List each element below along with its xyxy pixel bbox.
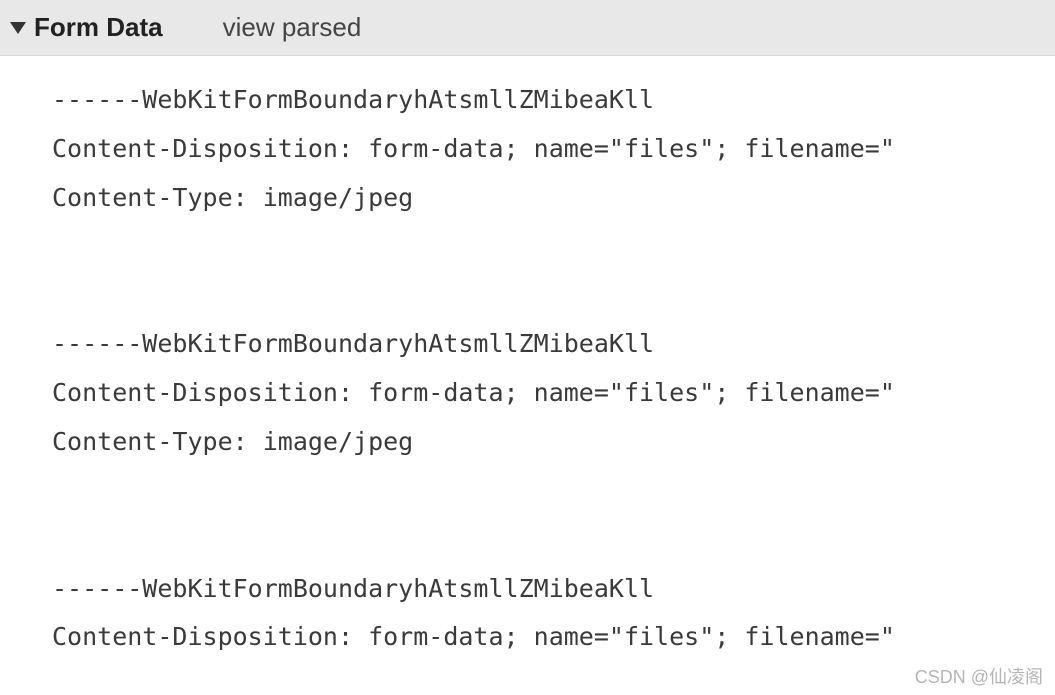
multipart-block: ------WebKitFormBoundaryhAtsmllZMibeaKll… [52, 565, 1055, 663]
multipart-block: ------WebKitFormBoundaryhAtsmllZMibeaKll… [52, 320, 1055, 466]
disposition-line: Content-Disposition: form-data; name="fi… [52, 125, 1055, 174]
section-title: Form Data [34, 12, 163, 43]
collapse-triangle-icon [10, 22, 26, 34]
content-type-line: Content-Type: image/jpeg [52, 174, 1055, 223]
section-header: Form Data view parsed [0, 0, 1055, 56]
view-parsed-link[interactable]: view parsed [223, 12, 362, 43]
form-data-toggle[interactable]: Form Data [10, 12, 163, 43]
disposition-line: Content-Disposition: form-data; name="fi… [52, 613, 1055, 662]
boundary-line: ------WebKitFormBoundaryhAtsmllZMibeaKll [52, 320, 1055, 369]
boundary-line: ------WebKitFormBoundaryhAtsmllZMibeaKll [52, 76, 1055, 125]
disposition-line: Content-Disposition: form-data; name="fi… [52, 369, 1055, 418]
watermark-text: CSDN @仙凌阁 [915, 663, 1043, 689]
content-type-line: Content-Type: image/jpeg [52, 418, 1055, 467]
request-payload: ------WebKitFormBoundaryhAtsmllZMibeaKll… [0, 56, 1055, 662]
multipart-block: ------WebKitFormBoundaryhAtsmllZMibeaKll… [52, 76, 1055, 222]
boundary-line: ------WebKitFormBoundaryhAtsmllZMibeaKll [52, 565, 1055, 614]
